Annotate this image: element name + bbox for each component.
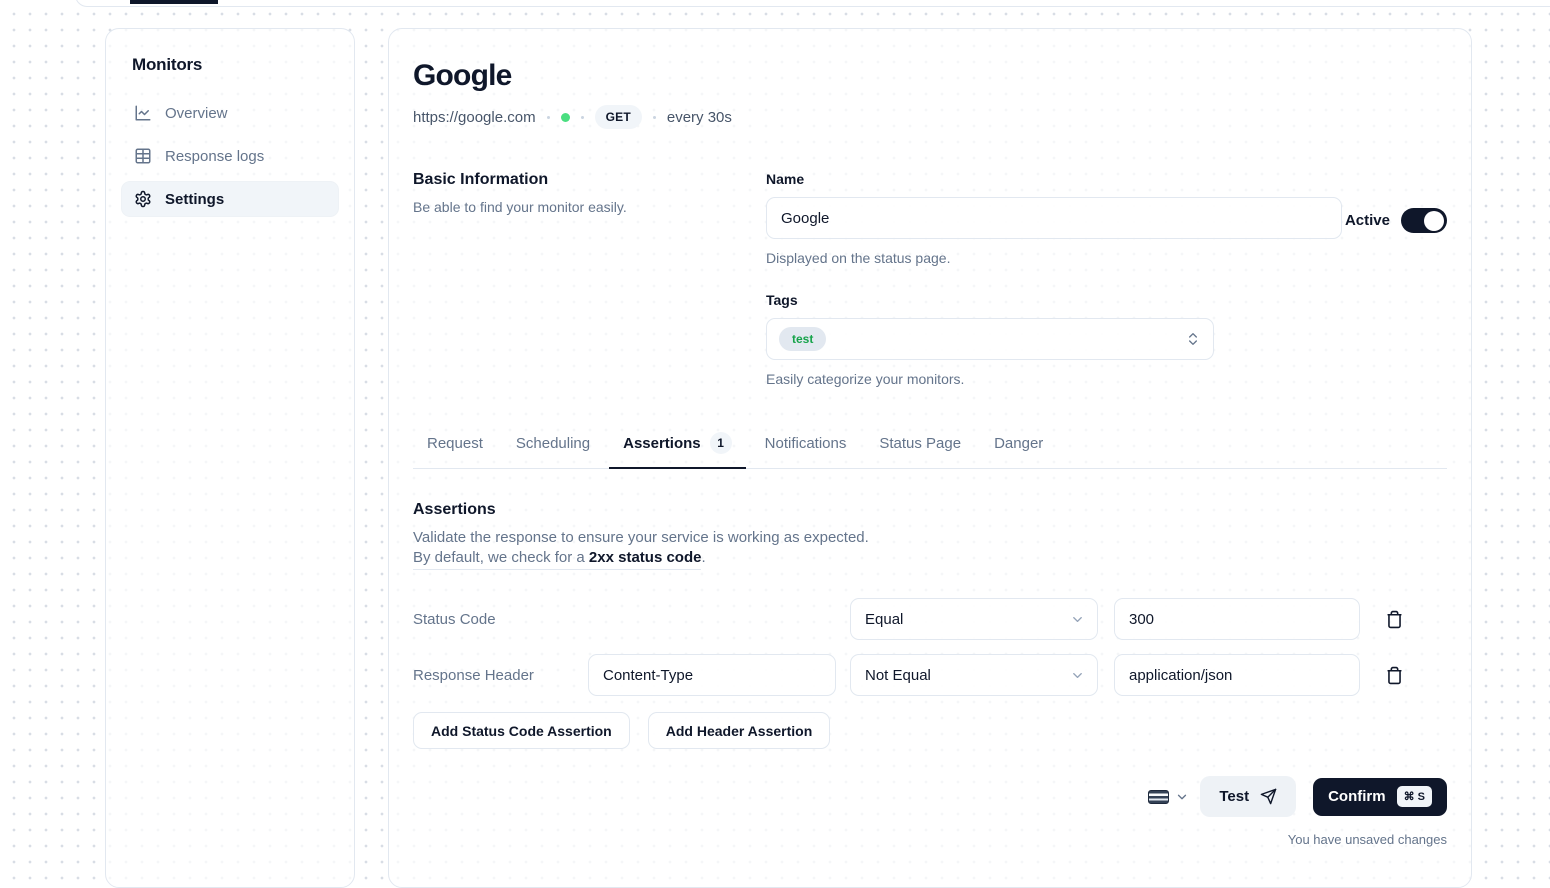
basic-information-section: Basic Information Be able to find your m… (413, 171, 1447, 387)
confirm-button[interactable]: Confirm ⌘ S (1313, 778, 1447, 816)
tab-label: Danger (994, 435, 1043, 452)
unsaved-changes-note: You have unsaved changes (413, 832, 1447, 847)
name-help-text: Displayed on the status page. (766, 250, 1447, 266)
sidebar-nav: Overview Response logs Settings (121, 95, 339, 217)
sidebar-item-label: Overview (165, 105, 228, 122)
assertion-header-key-input[interactable] (588, 654, 836, 696)
separator-dot (581, 116, 584, 119)
monitor-meta-row: https://google.com GET every 30s (413, 105, 1447, 129)
active-toggle[interactable] (1401, 208, 1447, 233)
active-toggle-row: Active (1345, 208, 1447, 233)
trash-icon (1385, 610, 1404, 629)
sidebar-item-response-logs[interactable]: Response logs (121, 138, 339, 174)
name-label: Name (766, 171, 1447, 187)
tab-label: Assertions (623, 435, 701, 452)
settings-tab-strip: Request Scheduling Assertions 1 Notifica… (413, 423, 1447, 469)
keyboard-shortcut-badge: ⌘ S (1397, 786, 1432, 807)
assertions-description: Validate the response to ensure your ser… (413, 528, 1447, 570)
tab-label: Notifications (765, 435, 847, 452)
monitor-url: https://google.com (413, 109, 536, 126)
note-prefix: By default, we check for a (413, 549, 589, 566)
monitor-title: Google (413, 59, 1447, 93)
footer-actions: Test Confirm ⌘ S (413, 776, 1447, 817)
method-badge: GET (595, 105, 642, 129)
section-description: Be able to find your monitor easily. (413, 198, 766, 217)
assertion-value-input[interactable] (1114, 598, 1360, 640)
tags-help-text: Easily categorize your monitors. (766, 371, 1447, 387)
confirm-button-label: Confirm (1328, 788, 1386, 805)
sidebar-title: Monitors (132, 55, 339, 75)
comparator-select[interactable]: Equal (850, 598, 1098, 640)
add-assertion-buttons: Add Status Code Assertion Add Header Ass… (413, 712, 1447, 749)
tab-request[interactable]: Request (413, 423, 497, 468)
tab-label: Request (427, 435, 483, 452)
gear-icon (134, 190, 152, 208)
tags-select[interactable]: test (766, 318, 1214, 360)
delete-assertion-button[interactable] (1372, 598, 1416, 640)
sidebar-item-label: Settings (165, 191, 224, 208)
assertions-count-badge: 1 (710, 432, 732, 454)
toggle-knob (1424, 211, 1444, 231)
note-bold-text: 2xx status code (589, 549, 702, 566)
comparator-value: Not Equal (865, 667, 931, 684)
monitors-sidebar: Monitors Overview Response logs Settings (105, 28, 355, 888)
section-heading: Basic Information (413, 171, 766, 189)
tab-notifications[interactable]: Notifications (751, 423, 861, 468)
chevrons-up-down-icon (1185, 331, 1201, 347)
send-icon (1260, 788, 1277, 805)
test-button[interactable]: Test (1200, 776, 1296, 817)
line-chart-icon (134, 104, 152, 122)
sidebar-item-label: Response logs (165, 148, 264, 165)
assertions-description-line1: Validate the response to ensure your ser… (413, 528, 1447, 548)
sidebar-item-overview[interactable]: Overview (121, 95, 339, 131)
sidebar-item-settings[interactable]: Settings (121, 181, 339, 217)
monitor-frequency: every 30s (667, 109, 732, 126)
tab-status-page[interactable]: Status Page (865, 423, 975, 468)
basic-information-form: Name Displayed on the status page. Activ… (766, 171, 1447, 387)
assertions-default-note: By default, we check for a 2xx status co… (413, 548, 701, 570)
tab-danger[interactable]: Danger (980, 423, 1057, 468)
tags-label: Tags (766, 292, 1447, 308)
assertion-row-response-header: Response Header Not Equal (413, 654, 1447, 696)
header-active-tab-indicator (130, 0, 218, 4)
trash-icon (1385, 666, 1404, 685)
tab-label: Scheduling (516, 435, 590, 452)
note-suffix: . (701, 549, 705, 566)
basic-information-intro: Basic Information Be able to find your m… (413, 171, 766, 387)
comparator-value: Equal (865, 611, 903, 628)
active-label: Active (1345, 212, 1390, 229)
tab-label: Status Page (879, 435, 961, 452)
table-icon (134, 147, 152, 165)
tags-block: Tags test Easily categorize your monitor… (766, 292, 1447, 387)
tab-scheduling[interactable]: Scheduling (502, 423, 604, 468)
chevron-down-icon (1070, 612, 1085, 627)
assertions-heading: Assertions (413, 501, 1447, 519)
assertion-rows: Status Code Equal Response Header (413, 598, 1447, 749)
separator-dot (547, 116, 550, 119)
comparator-select[interactable]: Not Equal (850, 654, 1098, 696)
assertion-type-label: Status Code (413, 611, 588, 628)
test-region-dropdown[interactable] (1139, 782, 1198, 812)
header-bottom-border (75, 0, 1550, 7)
test-button-label: Test (1219, 788, 1249, 805)
monitor-settings-panel: Google https://google.com GET every 30s … (388, 28, 1472, 888)
add-status-code-assertion-button[interactable]: Add Status Code Assertion (413, 712, 630, 749)
assertion-value-input[interactable] (1114, 654, 1360, 696)
region-flag-icon (1148, 790, 1169, 804)
separator-dot (653, 116, 656, 119)
status-up-dot (561, 113, 570, 122)
assertions-header: Assertions Validate the response to ensu… (413, 501, 1447, 570)
delete-assertion-button[interactable] (1372, 654, 1416, 696)
assertion-row-status-code: Status Code Equal (413, 598, 1447, 640)
chevron-down-icon (1175, 790, 1189, 804)
tab-assertions[interactable]: Assertions 1 (609, 423, 746, 468)
name-input[interactable] (766, 197, 1342, 239)
tag-pill: test (779, 327, 826, 351)
chevron-down-icon (1070, 668, 1085, 683)
add-header-assertion-button[interactable]: Add Header Assertion (648, 712, 831, 749)
assertion-type-label: Response Header (413, 667, 588, 684)
